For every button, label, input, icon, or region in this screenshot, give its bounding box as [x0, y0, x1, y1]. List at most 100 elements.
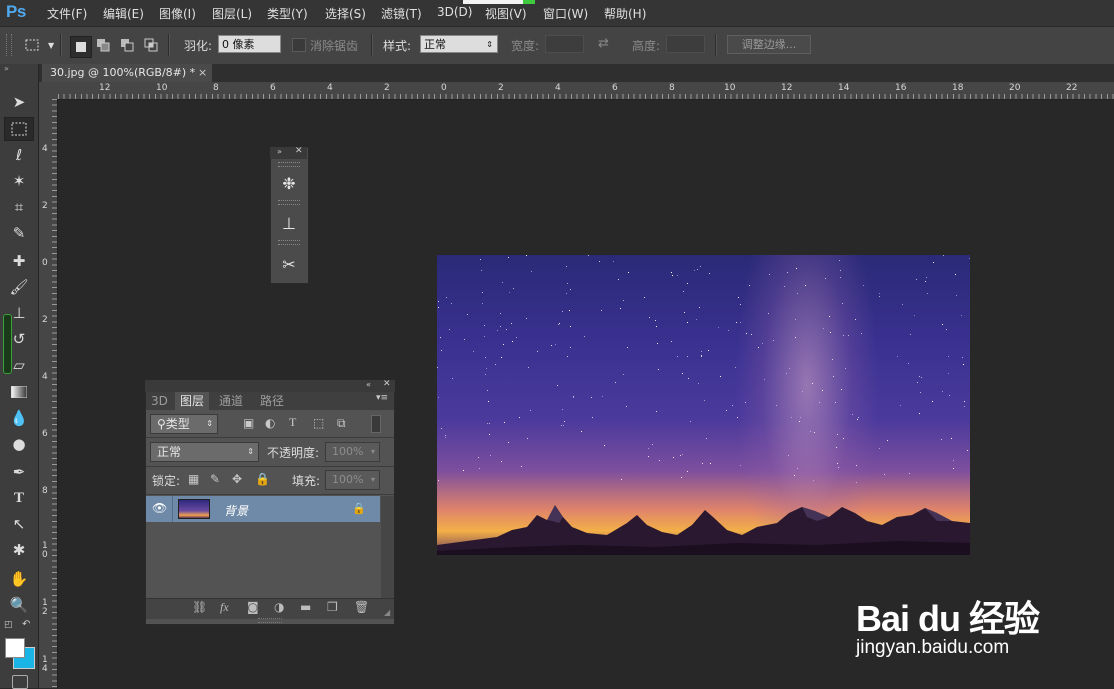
document-tab[interactable]: 30.jpg @ 100%(RGB/8#) *: [42, 64, 212, 82]
filter-pixel-icon[interactable]: ▣: [243, 416, 254, 430]
antialias-checkbox[interactable]: [292, 38, 306, 52]
new-group-icon[interactable]: ▬: [300, 600, 311, 614]
tools-collapse-icon[interactable]: »: [4, 64, 9, 73]
link-layers-icon[interactable]: ⛓: [192, 600, 207, 614]
menu-type[interactable]: 类型(Y): [267, 5, 308, 22]
filter-toggle[interactable]: [371, 415, 381, 433]
panel-menu-icon[interactable]: ▾≡: [376, 393, 388, 403]
separator: [371, 34, 373, 56]
panel-close-icon[interactable]: ✕: [295, 146, 303, 156]
pen-tool-icon[interactable]: ✒: [4, 460, 34, 484]
style-select[interactable]: 正常 ⇕: [420, 35, 498, 53]
horizontal-ruler[interactable]: 12 10 8 6 4 2 0 2 4 6 8 10 12 14 16 18 2…: [58, 82, 1114, 100]
menu-edit[interactable]: 编辑(E): [103, 5, 144, 22]
options-grip[interactable]: [6, 34, 12, 56]
delete-layer-icon[interactable]: 🗑: [354, 600, 369, 614]
zoom-tool-icon[interactable]: 🔍: [4, 593, 34, 617]
blend-mode-select[interactable]: 正常 ⇕: [150, 442, 259, 462]
filter-shape-icon[interactable]: ⬚: [313, 416, 324, 430]
panel-grip[interactable]: [258, 618, 282, 623]
lock-pixels-icon[interactable]: ✎: [210, 472, 220, 486]
magic-wand-tool-icon[interactable]: ✶: [4, 169, 34, 193]
layer-name[interactable]: 背景: [224, 502, 248, 519]
height-input[interactable]: [666, 35, 705, 53]
type-tool-icon[interactable]: T: [4, 486, 34, 510]
menu-image[interactable]: 图像(I): [159, 5, 196, 22]
add-mask-icon[interactable]: ◙: [247, 600, 259, 614]
menu-window[interactable]: 窗口(W): [543, 5, 588, 22]
close-tab-icon[interactable]: ×: [198, 66, 207, 79]
swap-colors-icon[interactable]: ↶: [22, 619, 30, 630]
menu-layer[interactable]: 图层(L): [212, 5, 252, 22]
quick-mask-icon[interactable]: [12, 675, 28, 689]
crop-tool-icon[interactable]: ⌗: [4, 195, 34, 219]
visibility-eye-icon[interactable]: 👁: [152, 501, 167, 515]
vertical-ruler[interactable]: 4 2 0 2 4 6 8 10 12 14: [39, 99, 58, 688]
width-input[interactable]: [545, 35, 584, 53]
layer-thumbnail[interactable]: [178, 499, 210, 519]
preset-dropdown-icon[interactable]: ▼: [48, 41, 54, 50]
layers-scrollbar[interactable]: [381, 496, 394, 598]
custom-shape-tool-icon[interactable]: ✱: [4, 538, 34, 562]
menu-file[interactable]: 文件(F): [47, 5, 87, 22]
lock-all-icon[interactable]: 🔒: [255, 472, 270, 486]
panel-collapse-icon[interactable]: «: [366, 380, 371, 389]
panel-grip[interactable]: [278, 162, 300, 167]
path-selection-tool-icon[interactable]: ↖: [4, 512, 34, 536]
marquee-tool-icon[interactable]: [4, 117, 34, 141]
resize-grip-icon[interactable]: ◢: [384, 608, 390, 617]
panel-grip[interactable]: [278, 200, 300, 205]
3d-material-icon[interactable]: ❉: [274, 170, 304, 196]
filter-adjustment-icon[interactable]: ◐: [265, 416, 275, 430]
tab-layers[interactable]: 图层: [175, 392, 210, 410]
new-selection-icon[interactable]: [70, 36, 92, 58]
filter-smart-object-icon[interactable]: ⧉: [337, 416, 346, 431]
marquee-preset-icon[interactable]: [24, 37, 40, 53]
new-layer-icon[interactable]: ❐: [327, 600, 338, 614]
lock-transparent-icon[interactable]: ▦: [188, 472, 199, 486]
panel-grip[interactable]: [278, 240, 300, 245]
menu-view[interactable]: 视图(V): [485, 5, 527, 22]
filter-type-select[interactable]: ⚲类型 ⇕: [150, 414, 218, 434]
adjustment-layer-icon[interactable]: ◑: [274, 600, 284, 614]
tab-3d[interactable]: 3D: [146, 392, 173, 410]
ruler-corner[interactable]: [39, 82, 58, 99]
swap-icon[interactable]: ⇄: [598, 36, 609, 51]
brush-tool-icon[interactable]: 🖌: [4, 275, 34, 299]
eyedropper-tool-icon[interactable]: ✎: [4, 221, 34, 245]
feather-input[interactable]: 0 像素: [218, 35, 281, 53]
panel-expand-icon[interactable]: »: [277, 147, 282, 156]
move-tool-icon[interactable]: ➤: [4, 90, 34, 114]
menu-select[interactable]: 选择(S): [325, 5, 366, 22]
intersect-selection-icon[interactable]: [143, 37, 159, 53]
menu-filter[interactable]: 滤镜(T): [381, 5, 422, 22]
foreground-color-swatch[interactable]: [5, 638, 25, 658]
menu-3d[interactable]: 3D(D): [437, 5, 472, 19]
blur-tool-icon[interactable]: 💧: [4, 406, 34, 430]
clone-source-icon[interactable]: ⊥: [274, 210, 304, 236]
tab-paths[interactable]: 路径: [255, 392, 289, 410]
subtract-selection-icon[interactable]: [119, 37, 135, 53]
filter-type-icon[interactable]: T: [289, 415, 296, 430]
layer-style-icon[interactable]: fx: [220, 600, 229, 615]
menu-help[interactable]: 帮助(H): [604, 5, 646, 22]
layers-panel-header[interactable]: [145, 380, 395, 392]
lasso-tool-icon[interactable]: ℓ: [4, 143, 34, 167]
history-brush-tool-icon[interactable]: ↺: [4, 327, 34, 351]
tab-channels[interactable]: 通道: [214, 392, 248, 410]
gradient-tool-icon[interactable]: [4, 380, 34, 404]
healing-brush-tool-icon[interactable]: ✚: [4, 249, 34, 273]
fill-input[interactable]: 100% ▾: [325, 470, 380, 490]
panel-close-icon[interactable]: ✕: [383, 379, 391, 389]
dodge-tool-icon[interactable]: ●: [4, 432, 34, 456]
add-selection-icon[interactable]: [95, 37, 111, 53]
default-colors-icon[interactable]: ◰: [4, 620, 13, 630]
tool-presets-icon[interactable]: ✂: [274, 251, 304, 277]
refine-edge-button[interactable]: 调整边缘...: [727, 35, 811, 54]
hand-tool-icon[interactable]: ✋: [4, 567, 34, 591]
lock-position-icon[interactable]: ✥: [232, 472, 242, 486]
opacity-input[interactable]: 100% ▾: [325, 442, 380, 462]
document-image[interactable]: [437, 255, 970, 555]
eraser-tool-icon[interactable]: ▱: [4, 353, 34, 377]
photoshop-logo[interactable]: Ps: [6, 2, 26, 22]
